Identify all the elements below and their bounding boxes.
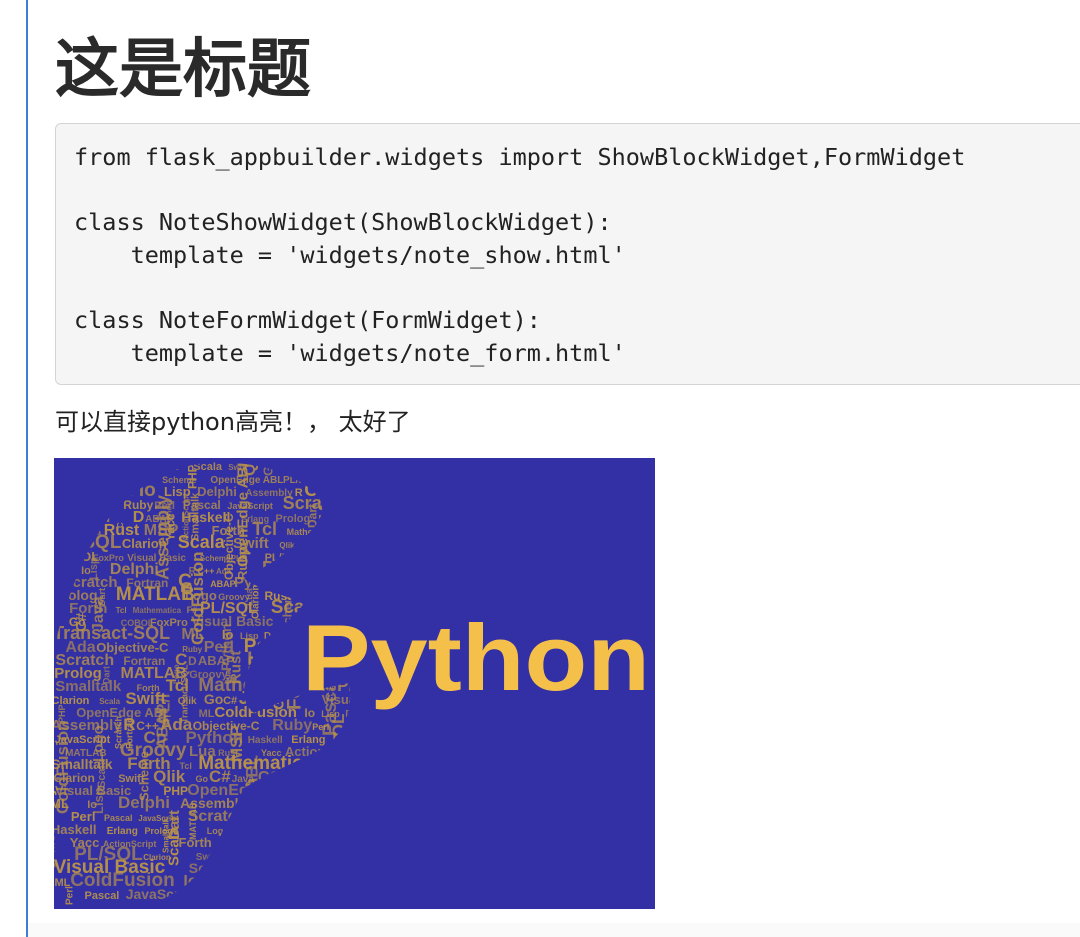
word-cloud-word: Perl bbox=[65, 886, 76, 905]
word-cloud-word: Pascal bbox=[85, 890, 120, 902]
word-cloud-word: Tcl bbox=[116, 606, 127, 615]
word-cloud-word: Scala bbox=[178, 532, 226, 552]
word-cloud-word: Ruby bbox=[272, 717, 312, 734]
code-block: from flask_appbuilder.widgets import Sho… bbox=[55, 123, 1080, 385]
python-logo-graphic: F#PL/SQLClarionScalaSwiftQlikGoC#JavaCOB… bbox=[54, 458, 655, 909]
python-logo-image: F#PL/SQLClarionScalaSwiftQlikGoC#JavaCOB… bbox=[54, 458, 655, 909]
page: 这是标题 from flask_appbuilder.widgets impor… bbox=[0, 0, 1080, 937]
code-line: class NoteShowWidget(ShowBlockWidget): bbox=[74, 208, 612, 237]
code-line: from flask_appbuilder.widgets import Sho… bbox=[74, 143, 966, 171]
content-left-border bbox=[26, 0, 28, 937]
word-cloud-word: Assembly bbox=[153, 495, 173, 580]
word-cloud-word: ColdFusion bbox=[188, 552, 207, 645]
word-cloud-word: Haskell bbox=[248, 735, 283, 746]
word-cloud-word: Forth bbox=[179, 835, 212, 850]
page-title: 这是标题 bbox=[55, 33, 311, 107]
word-cloud-word: Scala bbox=[166, 826, 183, 866]
caption-text: 可以直接python高亮！， 太好了 bbox=[55, 408, 411, 436]
page-bottom-strip bbox=[28, 923, 1080, 937]
word-cloud-word: Pascal bbox=[104, 813, 133, 823]
word-cloud-word: Ruby bbox=[54, 857, 57, 905]
word-cloud-word: Objective-C bbox=[222, 513, 236, 580]
code-line: class NoteFormWidget(FormWidget): bbox=[74, 305, 541, 334]
python-wordmark: Python bbox=[302, 605, 650, 710]
word-cloud-word: Erlang bbox=[107, 826, 138, 837]
word-cloud-word: Smalltalk bbox=[55, 678, 122, 695]
word-cloud-word: Delphi bbox=[197, 484, 237, 499]
code-line: template = 'widgets/note_show.html' bbox=[74, 240, 626, 269]
code-content: from flask_appbuilder.widgets import Sho… bbox=[56, 124, 1080, 369]
word-cloud-word: Delphi bbox=[118, 793, 170, 812]
word-cloud-word: Mathematica bbox=[133, 606, 182, 615]
code-line: template = 'widgets/note_form.html' bbox=[74, 338, 626, 367]
word-cloud-word: MATLAB bbox=[116, 584, 195, 605]
word-cloud-word: Ruby bbox=[54, 787, 57, 827]
